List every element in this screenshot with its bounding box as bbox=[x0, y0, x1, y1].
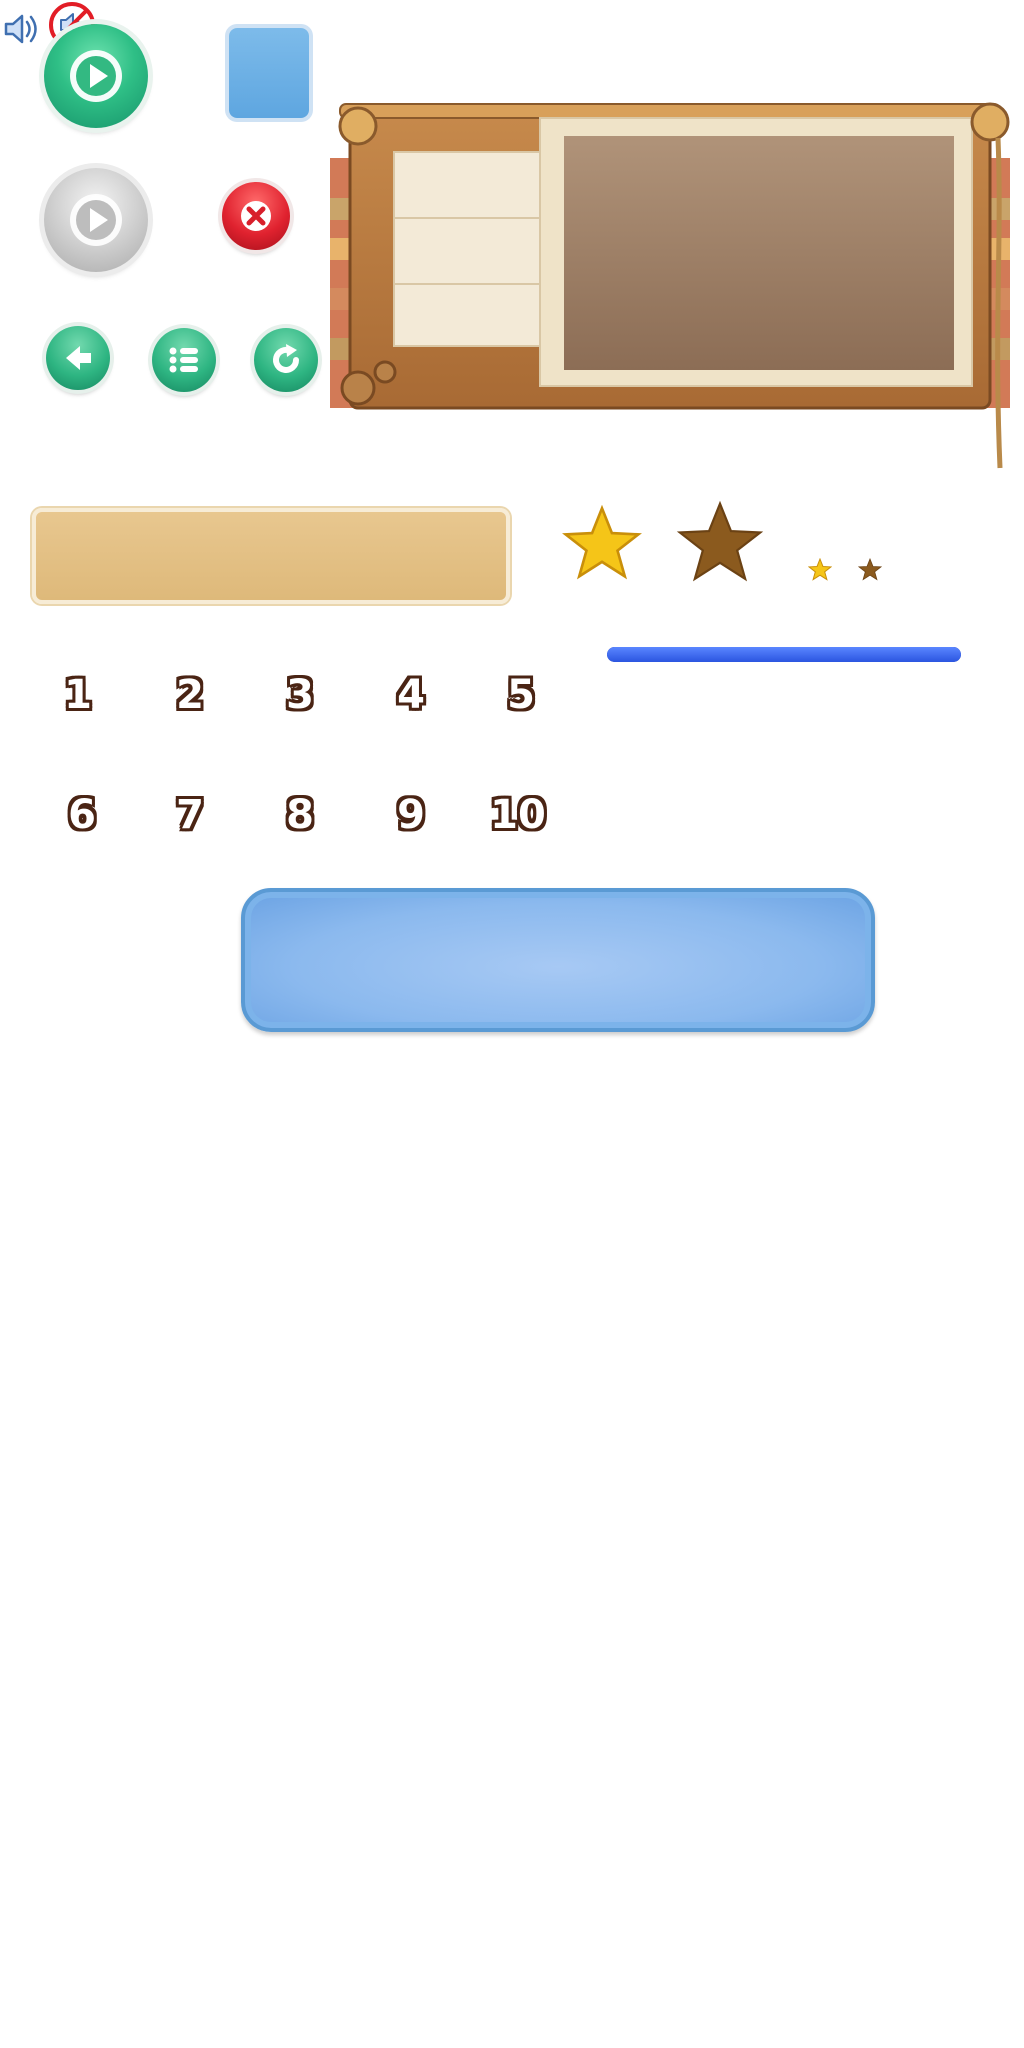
level-number-4[interactable]: 4 bbox=[371, 672, 451, 718]
sound-on-icon[interactable] bbox=[0, 8, 42, 50]
close-icon bbox=[241, 201, 271, 231]
play-icon bbox=[70, 194, 122, 246]
level-number-5[interactable]: 5 bbox=[481, 672, 561, 718]
progress-bar-fill bbox=[607, 647, 961, 662]
star-brown-large-icon bbox=[676, 500, 764, 582]
back-button[interactable] bbox=[46, 326, 110, 390]
level-number-8[interactable]: 8 bbox=[260, 792, 340, 838]
level-number-6[interactable]: 6 bbox=[42, 792, 122, 838]
blue-dialog-panel bbox=[241, 888, 875, 1032]
replay-icon bbox=[273, 344, 299, 373]
play-button-disabled bbox=[44, 168, 148, 272]
level-number-10[interactable]: 10 bbox=[478, 792, 558, 838]
back-arrow-icon bbox=[66, 346, 91, 370]
wooden-frame-panel bbox=[330, 102, 1010, 469]
play-button-green[interactable] bbox=[44, 24, 148, 128]
level-number-1[interactable]: 1 bbox=[38, 672, 118, 718]
star-gold-large-icon bbox=[562, 505, 642, 580]
menu-list-icon bbox=[169, 347, 198, 373]
play-icon bbox=[70, 50, 122, 102]
close-button[interactable] bbox=[222, 182, 290, 250]
star-gold-small-icon bbox=[808, 558, 832, 581]
progress-bar bbox=[607, 647, 961, 662]
menu-button[interactable] bbox=[152, 328, 216, 392]
level-number-7[interactable]: 7 bbox=[150, 792, 230, 838]
tan-text-panel bbox=[32, 508, 510, 604]
level-number-9[interactable]: 9 bbox=[371, 792, 451, 838]
blue-square-button[interactable] bbox=[229, 28, 309, 118]
star-brown-small-icon bbox=[858, 558, 882, 581]
replay-button[interactable] bbox=[254, 328, 318, 392]
level-number-2[interactable]: 2 bbox=[150, 672, 230, 718]
level-number-3[interactable]: 3 bbox=[260, 672, 340, 718]
